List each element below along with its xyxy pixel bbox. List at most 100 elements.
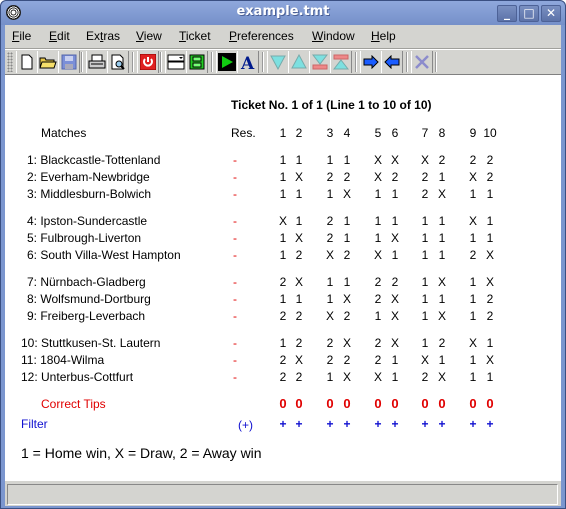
minimize-button[interactable]: _ [497, 5, 517, 22]
tip-cell[interactable]: X [293, 231, 305, 245]
match-label[interactable]: 1: Blackcastle-Tottenland [27, 153, 160, 167]
filter-toggle[interactable]: + [324, 417, 336, 431]
menu-preferences[interactable]: Preferences [229, 29, 294, 43]
tip-cell[interactable]: X [484, 353, 496, 367]
tip-cell[interactable]: 1 [419, 231, 431, 245]
tip-cell[interactable]: 1 [467, 231, 479, 245]
tip-cell[interactable]: 2 [436, 336, 448, 350]
tip-cell[interactable]: 1 [484, 336, 496, 350]
tip-cell[interactable]: X [293, 353, 305, 367]
toolbar-grip[interactable] [7, 52, 13, 72]
tip-cell[interactable]: 1 [467, 292, 479, 306]
tip-cell[interactable]: X [372, 153, 384, 167]
tip-cell[interactable]: 2 [467, 248, 479, 262]
tip-cell[interactable]: 1 [341, 153, 353, 167]
tip-cell[interactable]: X [293, 275, 305, 289]
tip-cell[interactable]: 1 [293, 214, 305, 228]
tip-cell[interactable]: 2 [389, 275, 401, 289]
filter-toggle[interactable]: + [436, 417, 448, 431]
play-evaluate-button[interactable] [216, 51, 238, 73]
print-button[interactable] [86, 51, 108, 73]
match-label[interactable]: 4: Ipston-Sundercastle [27, 214, 147, 228]
tip-cell[interactable]: 1 [389, 353, 401, 367]
tip-cell[interactable]: X [389, 336, 401, 350]
tip-cell[interactable]: 2 [419, 370, 431, 384]
tip-cell[interactable]: 2 [277, 353, 289, 367]
tip-cell[interactable]: X [467, 336, 479, 350]
tip-cell[interactable]: X [484, 248, 496, 262]
window-dropdown-button[interactable] [165, 51, 187, 73]
tip-cell[interactable]: X [324, 309, 336, 323]
tip-cell[interactable]: 1 [277, 231, 289, 245]
tip-cell[interactable]: X [341, 187, 353, 201]
tip-cell[interactable]: 1 [277, 170, 289, 184]
tip-cell[interactable]: 1 [277, 153, 289, 167]
tip-cell[interactable]: 1 [277, 248, 289, 262]
menu-view[interactable]: View [136, 29, 162, 43]
match-label[interactable]: 12: Unterbus-Cottfurt [21, 370, 133, 384]
save-disk-button[interactable] [58, 51, 80, 73]
tip-cell[interactable]: 1 [467, 275, 479, 289]
menu-edit[interactable]: Edit [49, 29, 70, 43]
menu-file[interactable]: File [12, 29, 31, 43]
tip-cell[interactable]: 1 [277, 292, 289, 306]
open-folder-button[interactable] [37, 51, 59, 73]
tip-cell[interactable]: 1 [419, 275, 431, 289]
tip-cell[interactable]: X [341, 370, 353, 384]
tip-cell[interactable]: 1 [341, 231, 353, 245]
film-frame-button[interactable] [186, 51, 208, 73]
tip-cell[interactable]: 1 [436, 231, 448, 245]
match-label[interactable]: 10: Stuttkusen-St. Lautern [21, 336, 160, 350]
tip-cell[interactable]: 2 [293, 336, 305, 350]
tip-cell[interactable]: 2 [484, 170, 496, 184]
tip-cell[interactable]: 1 [293, 292, 305, 306]
match-result[interactable]: - [233, 231, 237, 245]
tip-cell[interactable]: 1 [372, 231, 384, 245]
tip-cell[interactable]: X [389, 292, 401, 306]
tip-cell[interactable]: 1 [324, 275, 336, 289]
match-result[interactable]: - [233, 309, 237, 323]
tip-cell[interactable]: 2 [419, 187, 431, 201]
tip-cell[interactable]: 2 [293, 370, 305, 384]
tip-cell[interactable]: 2 [324, 353, 336, 367]
menu-ticket[interactable]: Ticket [179, 29, 211, 43]
tip-cell[interactable]: 1 [484, 231, 496, 245]
tip-cell[interactable]: 2 [324, 214, 336, 228]
tip-cell[interactable]: X [389, 153, 401, 167]
tip-cell[interactable]: 2 [484, 309, 496, 323]
move-bottom-button[interactable] [309, 51, 331, 73]
tip-cell[interactable]: X [277, 214, 289, 228]
match-result[interactable]: - [233, 153, 237, 167]
tip-cell[interactable]: 1 [467, 187, 479, 201]
tip-cell[interactable]: 1 [389, 214, 401, 228]
filter-toggle[interactable]: + [467, 417, 479, 431]
tip-cell[interactable]: 2 [372, 336, 384, 350]
tip-cell[interactable]: X [436, 309, 448, 323]
tip-cell[interactable]: 1 [419, 292, 431, 306]
filter-toggle[interactable]: + [484, 417, 496, 431]
match-result[interactable]: - [233, 170, 237, 184]
filter-all-toggle[interactable]: (+) [238, 418, 253, 432]
tip-cell[interactable]: 2 [341, 170, 353, 184]
tip-cell[interactable]: 1 [277, 336, 289, 350]
menu-window[interactable]: Window [312, 29, 355, 43]
tip-cell[interactable]: 1 [324, 153, 336, 167]
tip-cell[interactable]: 1 [419, 309, 431, 323]
match-result[interactable]: - [233, 370, 237, 384]
delete-x-button[interactable] [411, 51, 433, 73]
tip-cell[interactable]: X [372, 248, 384, 262]
tip-cell[interactable]: 1 [436, 292, 448, 306]
tip-cell[interactable]: X [484, 275, 496, 289]
tip-cell[interactable]: 2 [372, 275, 384, 289]
tip-cell[interactable]: X [436, 275, 448, 289]
tip-cell[interactable]: 1 [277, 187, 289, 201]
tip-cell[interactable]: 1 [484, 214, 496, 228]
tip-cell[interactable]: 1 [293, 187, 305, 201]
tip-cell[interactable]: 1 [293, 153, 305, 167]
match-label[interactable]: 5: Fulbrough-Liverton [27, 231, 141, 245]
tip-cell[interactable]: 1 [372, 214, 384, 228]
tip-cell[interactable]: 1 [389, 248, 401, 262]
tip-cell[interactable]: 1 [467, 353, 479, 367]
tip-cell[interactable]: 1 [389, 370, 401, 384]
tip-cell[interactable]: 2 [324, 336, 336, 350]
